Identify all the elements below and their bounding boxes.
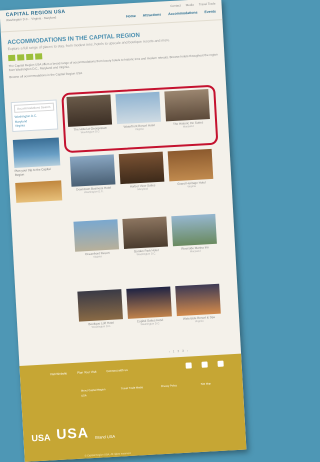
share-button[interactable] — [8, 54, 16, 62]
sidebar-search-input[interactable]: Accommodations Search — [13, 102, 55, 113]
social-links — [185, 360, 224, 369]
footer-link-visit[interactable]: Visit Website — [50, 371, 67, 376]
usa-logo: USA — [55, 424, 90, 443]
listing-card[interactable]: Capitol Suites Hotel Washington D.C. — [126, 286, 172, 326]
sidebar-ad-caption: Plan your trip to the Capital Region — [14, 166, 51, 177]
listing-card[interactable]: Grand Heritage Hotel Virginia — [167, 148, 214, 189]
usa-logo-small: USA — [31, 432, 51, 444]
sidebar-item-virginia[interactable]: Virginia — [15, 122, 55, 129]
listing-photo[interactable] — [167, 148, 214, 182]
listing-photo[interactable] — [73, 219, 120, 252]
share-button[interactable] — [17, 54, 25, 61]
footer-col[interactable]: Privacy Policy — [161, 383, 190, 395]
pager-page[interactable]: 1 — [173, 349, 175, 353]
page-screenshot: CAPITAL REGION USA Washington D.C. · Vir… — [0, 0, 247, 462]
site-footer: Visit Website Plan Your Visit Connect wi… — [19, 353, 247, 462]
nav-home[interactable]: Home — [126, 14, 136, 19]
footer-col[interactable]: About Capital Region USA — [81, 387, 110, 399]
footer-columns: About Capital Region USA Travel Trade Me… — [81, 380, 229, 398]
listing-photo[interactable] — [69, 154, 116, 187]
listing-card[interactable]: Waterside Resort & Spa Virginia — [175, 283, 221, 324]
sidebar: Accommodations Search Washington D.C. Ma… — [10, 99, 63, 203]
sidebar-ad-image-2[interactable] — [15, 179, 63, 203]
footer-col[interactable]: Travel Trade Media — [121, 385, 150, 397]
listing-photo[interactable] — [175, 283, 221, 317]
sidebar-list: Washington D.C. Maryland Virginia — [14, 113, 55, 129]
listing-photo[interactable] — [171, 213, 217, 247]
copyright: © Capital Region USA, All rights reserve… — [84, 451, 132, 458]
sidebar-ad-image[interactable] — [12, 136, 61, 168]
footer-col[interactable]: Site Map — [201, 380, 230, 392]
youtube-icon[interactable] — [201, 361, 208, 368]
listing-photo[interactable] — [77, 289, 123, 322]
top-link-media[interactable]: Media — [186, 3, 194, 7]
footer-link-plan[interactable]: Plan Your Visit — [77, 370, 96, 375]
listing-card[interactable]: Harbor View Suites Maryland — [118, 151, 165, 192]
instagram-icon[interactable] — [217, 360, 224, 367]
pager-next[interactable]: › — [187, 349, 188, 353]
footer-links: Visit Website Plan Your Visit Connect wi… — [50, 368, 128, 376]
pager-page[interactable]: 2 — [177, 349, 179, 353]
footer-link-connect[interactable]: Connect with us — [106, 368, 128, 373]
pager-page[interactable]: 3 — [182, 349, 184, 353]
listing-card[interactable]: Oceanfront Resort Virginia — [73, 219, 120, 259]
listing-photo[interactable] — [126, 286, 172, 319]
listing-photo[interactable] — [118, 151, 165, 185]
share-button[interactable] — [26, 53, 34, 61]
nav-events[interactable]: Events — [204, 9, 216, 14]
nav-attractions[interactable]: Attractions — [143, 13, 162, 18]
nav-accommodations[interactable]: Accommodations — [168, 11, 198, 17]
listing-card[interactable]: Boutique Loft Hotel Washington D.C. — [77, 289, 123, 329]
listing-card[interactable]: Riverside Marina Inn Maryland — [171, 213, 217, 254]
sidebar-filter-box: Accommodations Search Washington D.C. Ma… — [10, 99, 59, 132]
listing-card[interactable]: Garden Park Hotel Washington D.C. — [122, 216, 168, 257]
brand-usa-logo: Brand USA — [94, 433, 116, 440]
highlight-annotation — [61, 84, 219, 154]
footer-logos: USA USA Brand USA — [31, 423, 116, 444]
pagination: ‹ 1 2 3 › — [169, 349, 188, 354]
listing-photo[interactable] — [122, 216, 168, 249]
top-link-contact[interactable]: Contact — [170, 3, 181, 8]
facebook-icon[interactable] — [185, 362, 192, 369]
share-button[interactable] — [35, 53, 43, 60]
pager-prev[interactable]: ‹ — [169, 350, 170, 354]
listing-card[interactable]: Downtown Business Hotel Washington D.C. — [69, 154, 116, 194]
site-header: CAPITAL REGION USA Washington D.C. · Vir… — [0, 0, 223, 33]
